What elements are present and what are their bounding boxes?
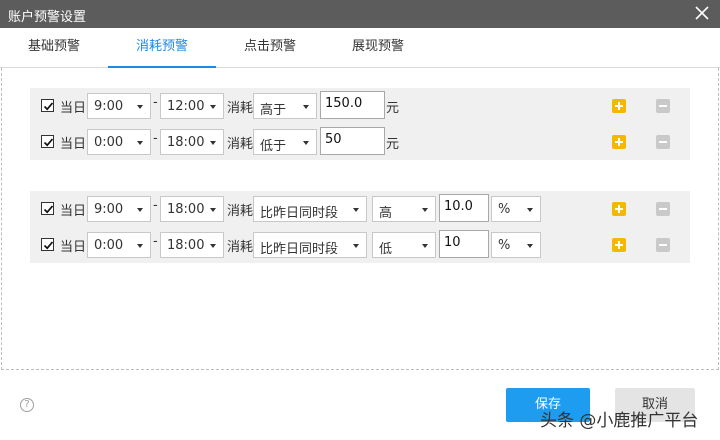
end-time-select[interactable]: 18:00	[160, 129, 224, 155]
watermark-text: 头条 @小鹿推广平台	[540, 411, 699, 431]
tab-bar: 基础预警 消耗预警 点击预警 展现预警	[0, 28, 720, 68]
consume-label: 消耗	[227, 204, 254, 219]
basis-select[interactable]: 比昨日同时段	[253, 232, 367, 258]
chevron-down-icon	[422, 208, 428, 212]
dash-label: -	[153, 234, 158, 249]
end-time-select[interactable]: 12:00	[160, 93, 224, 119]
alert-rule-row: 当日 0:00 - 18:00 消耗 低于 50 元	[30, 127, 690, 157]
remove-rule-icon[interactable]	[656, 99, 670, 113]
tab-basic-alert[interactable]: 基础预警	[0, 28, 108, 68]
window-title: 账户预警设置	[8, 10, 87, 25]
chevron-down-icon	[353, 208, 359, 212]
chevron-down-icon	[137, 244, 143, 248]
unit-select[interactable]: %	[491, 196, 541, 222]
start-time-select[interactable]: 0:00	[87, 232, 151, 258]
end-time-select[interactable]: 18:00	[160, 196, 224, 222]
add-rule-icon[interactable]	[612, 238, 626, 252]
dash-label: -	[153, 95, 158, 110]
chevron-down-icon	[303, 105, 309, 109]
alert-rule-row: 当日 9:00 - 12:00 消耗 高于 150.0 元	[30, 91, 690, 121]
tab-consume-alert[interactable]: 消耗预警	[108, 28, 216, 68]
chevron-down-icon	[422, 244, 428, 248]
chevron-down-icon	[210, 141, 216, 145]
tab-impression-alert[interactable]: 展现预警	[324, 28, 432, 68]
consume-label: 消耗	[227, 101, 254, 116]
day-label: 当日	[60, 204, 87, 219]
threshold-input[interactable]: 150.0	[320, 91, 385, 119]
basis-select[interactable]: 比昨日同时段	[253, 196, 367, 222]
chevron-down-icon	[210, 244, 216, 248]
chevron-down-icon	[527, 244, 533, 248]
day-label: 当日	[60, 101, 87, 116]
percent-input[interactable]: 10.0	[439, 194, 489, 222]
absolute-rule-group: 当日 9:00 - 12:00 消耗 高于 150.0 元 当日 0:00 - …	[30, 88, 690, 160]
chevron-down-icon	[353, 244, 359, 248]
chevron-down-icon	[303, 141, 309, 145]
consume-label: 消耗	[227, 240, 254, 255]
chevron-down-icon	[137, 208, 143, 212]
chevron-down-icon	[137, 141, 143, 145]
close-icon[interactable]	[694, 4, 710, 22]
compare-select[interactable]: 低于	[253, 129, 317, 155]
compare-select[interactable]: 高于	[253, 93, 317, 119]
unit-select[interactable]: %	[491, 232, 541, 258]
chevron-down-icon	[137, 105, 143, 109]
chevron-down-icon	[210, 105, 216, 109]
unit-label: 元	[386, 101, 400, 116]
alert-rule-row: 当日 9:00 - 18:00 消耗 比昨日同时段 高 10.0 %	[30, 194, 690, 224]
rule-checkbox[interactable]	[41, 238, 54, 251]
chevron-down-icon	[527, 208, 533, 212]
alert-rule-row: 当日 0:00 - 18:00 消耗 比昨日同时段 低 10 %	[30, 230, 690, 260]
tab-click-alert[interactable]: 点击预警	[216, 28, 324, 68]
relative-rule-group: 当日 9:00 - 18:00 消耗 比昨日同时段 高 10.0 % 当日 0:…	[30, 191, 690, 263]
remove-rule-icon[interactable]	[656, 202, 670, 216]
day-label: 当日	[60, 137, 87, 152]
remove-rule-icon[interactable]	[656, 135, 670, 149]
chevron-down-icon	[210, 208, 216, 212]
direction-select[interactable]: 高	[372, 196, 436, 222]
day-label: 当日	[60, 240, 87, 255]
rule-checkbox[interactable]	[41, 202, 54, 215]
end-time-select[interactable]: 18:00	[160, 232, 224, 258]
remove-rule-icon[interactable]	[656, 238, 670, 252]
add-rule-icon[interactable]	[612, 99, 626, 113]
start-time-select[interactable]: 0:00	[87, 129, 151, 155]
help-icon[interactable]: ?	[20, 398, 34, 412]
title-bar: 账户预警设置	[0, 0, 720, 28]
direction-select[interactable]: 低	[372, 232, 436, 258]
percent-input[interactable]: 10	[439, 230, 489, 258]
start-time-select[interactable]: 9:00	[87, 196, 151, 222]
dash-label: -	[153, 131, 158, 146]
start-time-select[interactable]: 9:00	[87, 93, 151, 119]
consume-label: 消耗	[227, 137, 254, 152]
dash-label: -	[153, 198, 158, 213]
rule-checkbox[interactable]	[41, 135, 54, 148]
threshold-input[interactable]: 50	[320, 127, 385, 155]
add-rule-icon[interactable]	[612, 135, 626, 149]
add-rule-icon[interactable]	[612, 202, 626, 216]
unit-label: 元	[386, 137, 400, 152]
rule-checkbox[interactable]	[41, 99, 54, 112]
